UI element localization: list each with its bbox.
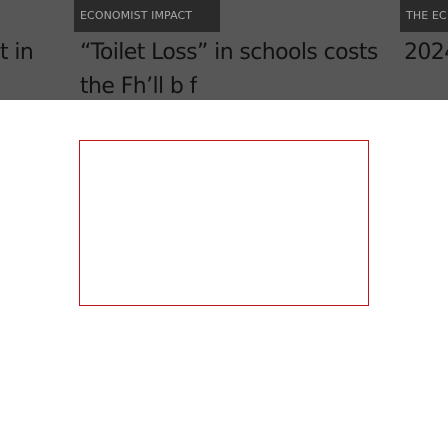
ad-placeholder-box[interactable]	[79, 140, 369, 306]
article-carousel: t in ECONOMIST IMPACT “Toilet Loss” in s…	[0, 0, 448, 100]
page: t in ECONOMIST IMPACT “Toilet Loss” in s…	[0, 0, 448, 448]
carousel-card-headline-line2[interactable]: the Fh’ll b f	[80, 70, 197, 100]
carousel-card-headline-left[interactable]: t in	[0, 36, 40, 70]
carousel-card-headline-right[interactable]: 2024	[404, 36, 448, 70]
carousel-card-tag-right: THE EC	[400, 0, 448, 32]
carousel-card-headline[interactable]: “Toilet Loss” in schools costs	[80, 36, 378, 70]
carousel-card-tag: ECONOMIST IMPACT	[74, 0, 220, 32]
